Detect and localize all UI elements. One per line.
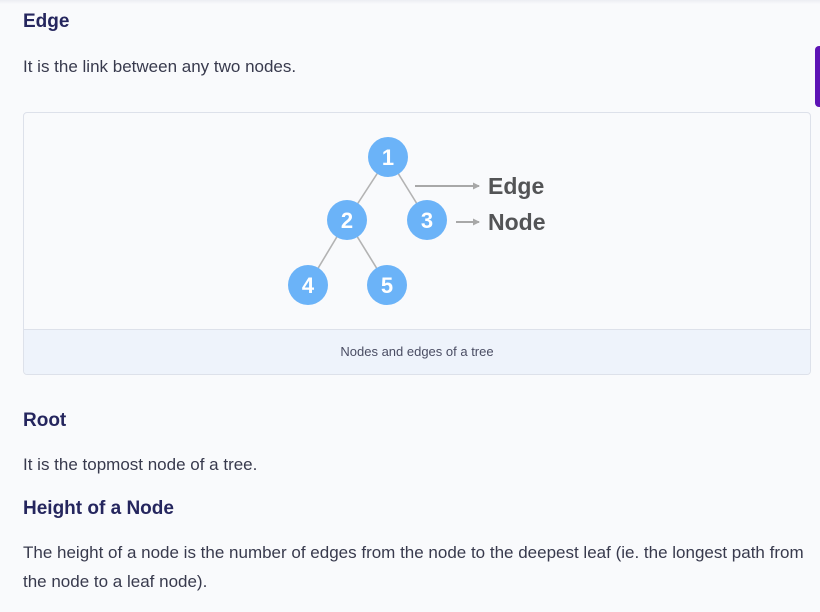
root-heading: Root xyxy=(23,410,67,431)
tree-node-label: 4 xyxy=(302,273,315,298)
tree-node-2: 2 xyxy=(327,200,367,240)
height-heading: Height of a Node xyxy=(23,498,174,519)
edge-heading: Edge xyxy=(23,11,70,32)
side-feedback-tab[interactable] xyxy=(815,46,820,107)
root-description: It is the topmost node of a tree. xyxy=(23,455,258,474)
tree-node-label: 5 xyxy=(381,273,393,298)
tree-node-label: 1 xyxy=(382,145,394,170)
tree-node-5: 5 xyxy=(367,265,407,305)
tree-node-3: 3 xyxy=(407,200,447,240)
edge-label: Edge xyxy=(488,173,544,199)
tree-node-label: 2 xyxy=(341,208,353,233)
figure-caption: Nodes and edges of a tree xyxy=(24,329,810,374)
top-shadow xyxy=(0,0,820,4)
tree-node-label: 3 xyxy=(421,208,433,233)
tree-node-1: 1 xyxy=(368,137,408,177)
tree-node-4: 4 xyxy=(288,265,328,305)
tree-figure: 1 2 3 4 5 Edge Node Nodes and edges of a… xyxy=(23,112,811,375)
height-description: The height of a node is the number of ed… xyxy=(23,543,804,591)
edge-description: It is the link between any two nodes. xyxy=(23,57,297,76)
tree-diagram: 1 2 3 4 5 Edge Node xyxy=(24,113,810,329)
node-label: Node xyxy=(488,209,546,235)
